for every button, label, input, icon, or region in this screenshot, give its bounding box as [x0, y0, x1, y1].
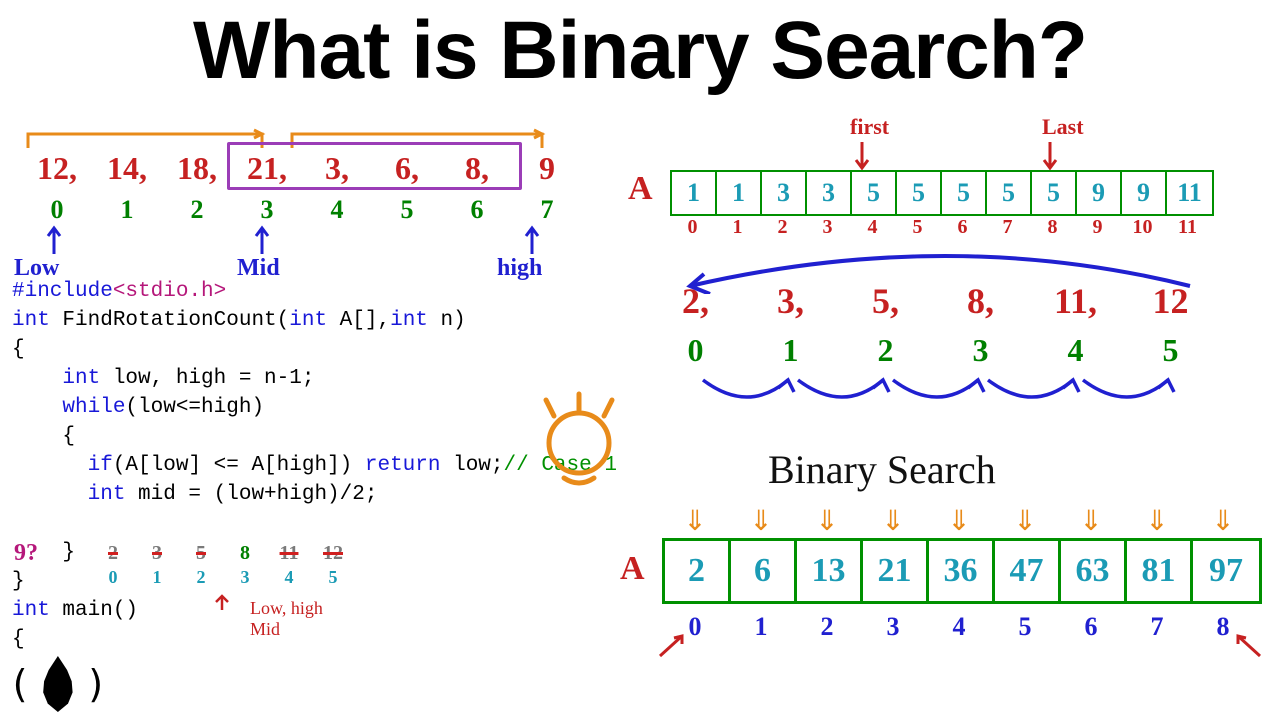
- binary-search-label: Binary Search: [768, 446, 996, 493]
- down-arrows-icon: ⇓⇓⇓⇓⇓⇓⇓⇓⇓: [662, 504, 1262, 538]
- right-column: first Last A 1133555559911 0123456789101…: [640, 120, 1270, 250]
- array-values: 12,14,18,21,3,6,8,9: [22, 150, 582, 187]
- array-A-label: A: [628, 170, 653, 208]
- freecodecamp-logo-icon: (): [8, 656, 108, 712]
- brain-icon: [534, 388, 624, 501]
- last-label: Last: [1042, 114, 1084, 140]
- sorted-6-array: 2,3,5,8,11,12 012345: [648, 280, 1218, 369]
- step-arrows-icon: [648, 372, 1228, 422]
- array-A-duplicates: first Last A 1133555559911 0123456789101…: [640, 120, 1270, 250]
- array-B-label: A: [620, 550, 645, 588]
- array-B-block: ⇓⇓⇓⇓⇓⇓⇓⇓⇓ A 2613213647638197 012345678: [662, 538, 1262, 642]
- array-A-cells: 1133555559911: [670, 170, 1214, 216]
- page-title: What is Binary Search?: [0, 0, 1280, 98]
- first-label: first: [850, 114, 889, 140]
- ptr-labels: Low, high Mid: [250, 598, 323, 640]
- rotated-array: 12,14,18,21,3,6,8,9 01234567 Low Mid hig…: [22, 120, 642, 250]
- array-B-indices: 012345678: [662, 612, 1262, 642]
- fl-arrows-icon: [840, 138, 1100, 172]
- small-trace-array: 2 3 5 8 11 12 012345: [90, 540, 356, 590]
- array-B-cells: 2613213647638197: [662, 538, 1262, 604]
- query-label: 9?: [14, 540, 38, 567]
- array-A-indices: 01234567891011: [670, 216, 1210, 239]
- left-column: 12,14,18,21,3,6,8,9 01234567 Low Mid hig…: [22, 120, 642, 250]
- array-indices: 01234567: [22, 195, 582, 225]
